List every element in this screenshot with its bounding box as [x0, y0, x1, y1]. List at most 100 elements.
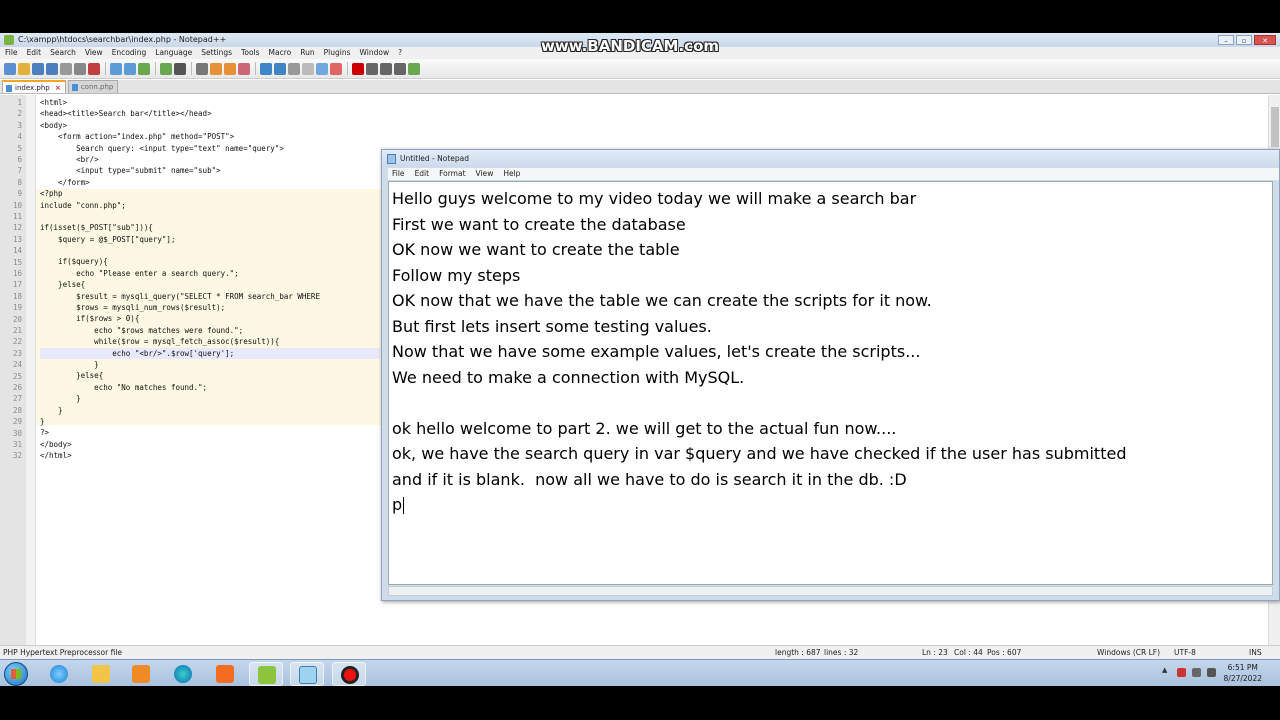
- indent-guide-icon[interactable]: [302, 62, 314, 75]
- code-line[interactable]: echo "Please enter a search query.";: [40, 268, 380, 279]
- npp-menu-item[interactable]: Settings: [201, 47, 232, 59]
- word-wrap-icon[interactable]: [274, 62, 286, 75]
- zoom-out-icon[interactable]: [238, 62, 250, 75]
- edge-button[interactable]: [166, 662, 200, 686]
- notepad-menu-item[interactable]: File: [392, 168, 405, 180]
- code-line[interactable]: <head><title>Search bar</title></head>: [40, 108, 380, 119]
- code-line[interactable]: </form>: [40, 177, 380, 188]
- tab-conn-php[interactable]: conn.php: [67, 80, 119, 93]
- tab-close-icon[interactable]: ×: [55, 84, 61, 92]
- sync-scroll-icon[interactable]: [260, 62, 272, 75]
- notepad-title-bar[interactable]: Untitled - Notepad: [382, 150, 1279, 167]
- xampp-button[interactable]: [208, 662, 242, 686]
- copy-icon[interactable]: [124, 62, 136, 75]
- play-macro-icon[interactable]: [380, 62, 392, 75]
- npp-menu-item[interactable]: Encoding: [112, 47, 147, 59]
- npp-menu-item[interactable]: File: [5, 47, 18, 59]
- notepad-horizontal-scrollbar[interactable]: [388, 586, 1273, 596]
- npp-menu-item[interactable]: Run: [300, 47, 314, 59]
- code-line[interactable]: }: [40, 416, 380, 427]
- notepad-menu-item[interactable]: View: [476, 168, 494, 180]
- tray-flag-icon[interactable]: [1177, 668, 1186, 677]
- notepad-plus-plus-taskbar-button[interactable]: [249, 662, 283, 686]
- npp-menu-item[interactable]: Macro: [269, 47, 292, 59]
- redo-icon[interactable]: [174, 62, 186, 75]
- scrollbar-thumb[interactable]: [1271, 107, 1279, 147]
- code-line[interactable]: <body>: [40, 120, 380, 131]
- function-list-icon[interactable]: [330, 62, 342, 75]
- code-line[interactable]: while($row = mysql_fetch_assoc($result))…: [40, 336, 380, 347]
- print-icon[interactable]: [88, 62, 100, 75]
- save-icon[interactable]: [32, 62, 44, 75]
- paste-icon[interactable]: [138, 62, 150, 75]
- close-button[interactable]: ✕: [1254, 35, 1276, 45]
- code-line[interactable]: $result = mysqli_query("SELECT * FROM se…: [40, 291, 380, 302]
- code-line[interactable]: $query = @$_POST["query"];: [40, 234, 380, 245]
- code-line[interactable]: include "conn.php";: [40, 200, 380, 211]
- npp-menu-item[interactable]: Edit: [27, 47, 42, 59]
- code-line[interactable]: echo "<br/>".$row['query'];: [40, 347, 380, 359]
- code-line[interactable]: echo "$rows matches were found.";: [40, 325, 380, 336]
- code-line[interactable]: <input type="submit" name="sub">: [40, 165, 380, 176]
- npp-menu-item[interactable]: Tools: [241, 47, 259, 59]
- code-line[interactable]: <?php: [40, 188, 380, 199]
- npp-menu-item[interactable]: Language: [155, 47, 192, 59]
- find-icon[interactable]: [196, 62, 208, 75]
- bandicam-taskbar-button[interactable]: [332, 662, 366, 686]
- maximize-button[interactable]: ▫: [1236, 35, 1252, 45]
- new-file-icon[interactable]: [4, 62, 16, 75]
- code-line[interactable]: Search query: <input type="text" name="q…: [40, 143, 380, 154]
- code-line[interactable]: echo "No matches found.";: [40, 382, 380, 393]
- notepad-menu-item[interactable]: Edit: [415, 168, 430, 180]
- stop-macro-icon[interactable]: [366, 62, 378, 75]
- code-line[interactable]: </html>: [40, 450, 380, 461]
- notepad-menu-item[interactable]: Help: [503, 168, 520, 180]
- tab-index-php[interactable]: index.php ×: [2, 80, 66, 93]
- code-line[interactable]: }: [40, 359, 380, 370]
- notepad-taskbar-button[interactable]: [290, 662, 324, 686]
- code-line[interactable]: }else{: [40, 279, 380, 290]
- code-line[interactable]: if($rows > 0){: [40, 313, 380, 324]
- zoom-in-icon[interactable]: [224, 62, 236, 75]
- code-line[interactable]: <html>: [40, 97, 380, 108]
- status-encoding[interactable]: UTF-8: [1174, 646, 1196, 660]
- code-line[interactable]: </body>: [40, 439, 380, 450]
- tray-volume-icon[interactable]: [1207, 668, 1216, 677]
- code-line[interactable]: <form action="index.php" method="POST">: [40, 131, 380, 142]
- tray-expand-icon[interactable]: ▲: [1162, 666, 1171, 675]
- media-player-button[interactable]: [124, 662, 158, 686]
- file-explorer-button[interactable]: [84, 662, 118, 686]
- npp-menu-item[interactable]: Search: [50, 47, 76, 59]
- code-line[interactable]: }: [40, 393, 380, 404]
- start-orb[interactable]: [4, 662, 28, 686]
- npp-menu-item[interactable]: View: [85, 47, 103, 59]
- code-line[interactable]: [40, 211, 380, 222]
- code-line[interactable]: if($query){: [40, 256, 380, 267]
- run-macro-icon[interactable]: [394, 62, 406, 75]
- record-macro-icon[interactable]: [352, 62, 364, 75]
- doc-map-icon[interactable]: [316, 62, 328, 75]
- minimize-button[interactable]: –: [1218, 35, 1234, 45]
- undo-icon[interactable]: [160, 62, 172, 75]
- replace-icon[interactable]: [210, 62, 222, 75]
- status-eol[interactable]: Windows (CR LF): [1097, 646, 1160, 660]
- code-line[interactable]: ?>: [40, 427, 380, 438]
- close-icon[interactable]: [60, 62, 72, 75]
- all-chars-icon[interactable]: [288, 62, 300, 75]
- code-line[interactable]: }: [40, 405, 380, 416]
- internet-explorer-button[interactable]: [42, 662, 76, 686]
- taskbar-clock[interactable]: 6:51 PM 8/27/2022: [1224, 662, 1262, 684]
- code-text[interactable]: <html> <head><title>Search bar</title></h…: [40, 97, 380, 462]
- code-line[interactable]: <br/>: [40, 154, 380, 165]
- npp-menu-item[interactable]: Plugins: [324, 47, 351, 59]
- code-line[interactable]: $rows = mysqli_num_rows($result);: [40, 302, 380, 313]
- npp-menu-item[interactable]: ?: [398, 47, 402, 59]
- code-line[interactable]: }else{: [40, 370, 380, 381]
- code-line[interactable]: [40, 245, 380, 256]
- save-macro-icon[interactable]: [408, 62, 420, 75]
- cut-icon[interactable]: [110, 62, 122, 75]
- code-line[interactable]: if(isset($_POST["sub"])){: [40, 222, 380, 233]
- notepad-menu-item[interactable]: Format: [439, 168, 465, 180]
- close-all-icon[interactable]: [74, 62, 86, 75]
- open-file-icon[interactable]: [18, 62, 30, 75]
